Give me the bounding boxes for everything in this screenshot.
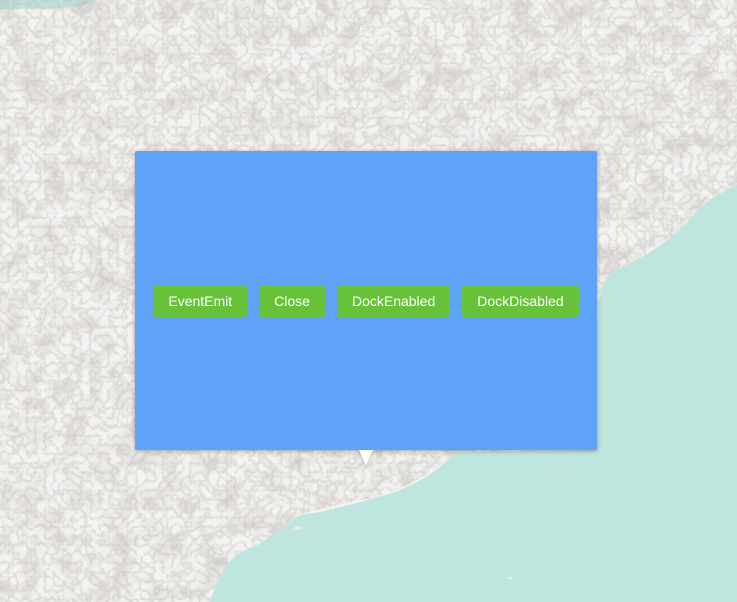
popup-pointer bbox=[359, 450, 373, 466]
close-button[interactable]: Close bbox=[259, 284, 325, 317]
event-emit-button[interactable]: EventEmit bbox=[153, 284, 248, 317]
map-popup: EventEmit Close DockEnabled DockDisabled bbox=[135, 151, 597, 450]
dock-enabled-button[interactable]: DockEnabled bbox=[336, 284, 451, 317]
map-canvas[interactable]: EventEmit Close DockEnabled DockDisabled bbox=[0, 0, 737, 602]
dock-disabled-button[interactable]: DockDisabled bbox=[462, 284, 579, 317]
